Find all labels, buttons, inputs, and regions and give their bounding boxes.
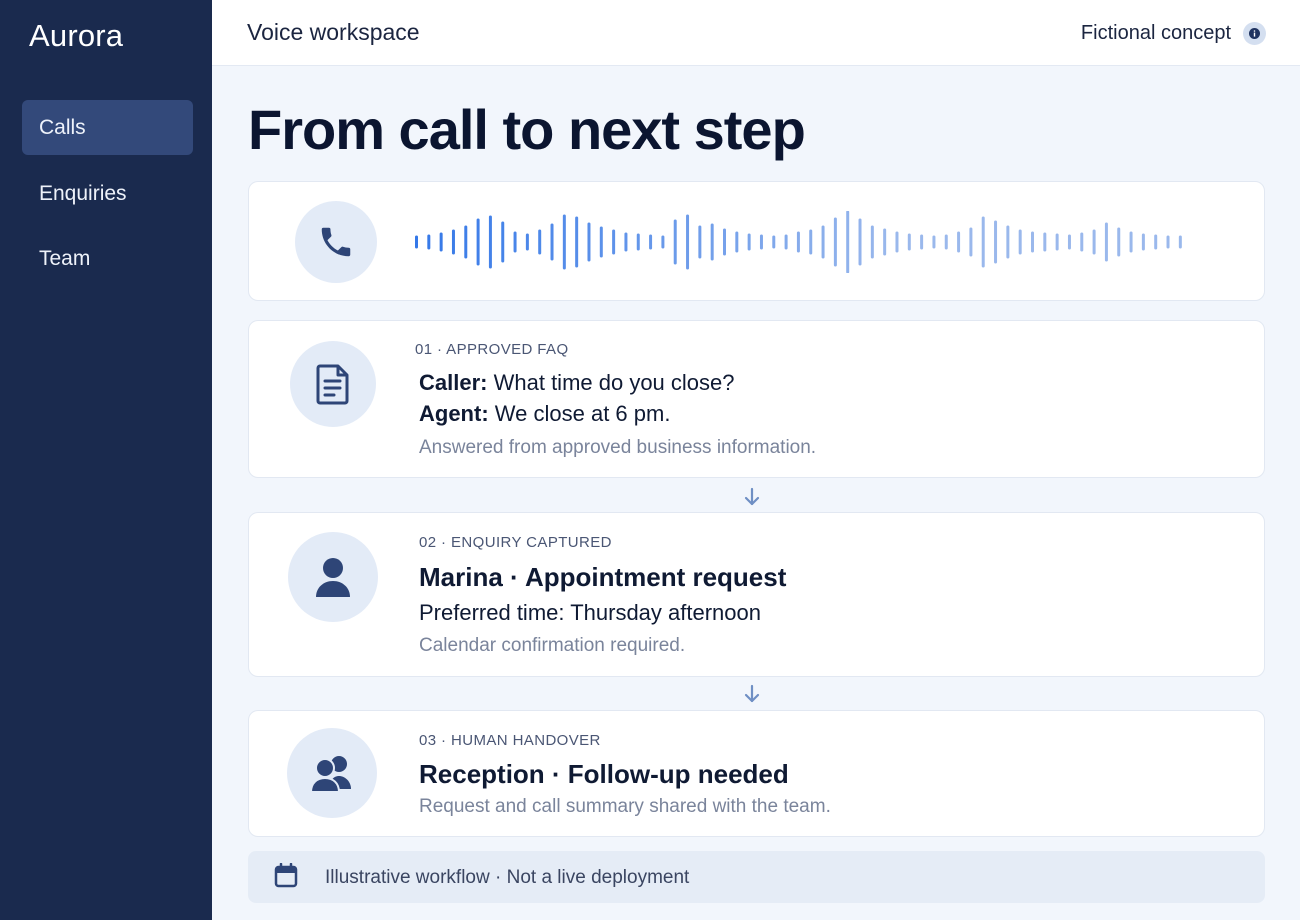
document-icon (290, 341, 376, 427)
step-label: 03 · HUMAN HANDOVER (419, 732, 601, 749)
footer-notice: Illustrative workflow · Not a live deplo… (248, 851, 1265, 903)
sidebar-item-team[interactable]: Team (22, 231, 193, 286)
caller-line: Caller: What time do you close? (419, 370, 735, 396)
sidebar-item-calls[interactable]: Calls (22, 100, 193, 155)
caller-text: What time do you close? (493, 370, 735, 395)
step-card-human-handover: 03 · HUMAN HANDOVER Reception · Follow-u… (248, 710, 1265, 837)
info-icon[interactable] (1243, 22, 1266, 45)
audio-waveform (415, 211, 1182, 273)
step-card-enquiry-captured: 02 · ENQUIRY CAPTURED Marina · Appointme… (248, 512, 1265, 677)
sidebar: Aurora Calls Enquiries Team (0, 0, 212, 920)
arrow-down-icon (744, 684, 760, 703)
caller-prefix: Caller: (419, 370, 488, 395)
workspace-title: Voice workspace (247, 19, 420, 45)
agent-text: We close at 6 pm. (494, 401, 671, 426)
people-icon (287, 728, 377, 818)
handover-title: Reception · Follow-up needed (419, 759, 789, 789)
enquiry-title: Marina · Appointment request (419, 562, 787, 592)
footer-text: Illustrative workflow · Not a live deplo… (325, 867, 690, 888)
page-title: From call to next step (248, 98, 806, 161)
brand-logo: Aurora (29, 18, 124, 53)
step-note: Calendar confirmation required. (419, 635, 686, 656)
concept-label: Fictional concept (1080, 22, 1231, 44)
step-card-approved-faq: 01 · APPROVED FAQ Caller: What time do y… (248, 320, 1265, 478)
top-bar: Voice workspace Fictional concept (212, 0, 1300, 66)
step-note: Request and call summary shared with the… (419, 796, 831, 817)
person-icon (288, 532, 378, 622)
sidebar-item-enquiries[interactable]: Enquiries (22, 166, 193, 221)
enquiry-detail: Preferred time: Thursday afternoon (419, 600, 761, 625)
arrow-down-icon (744, 487, 760, 506)
agent-prefix: Agent: (419, 401, 489, 426)
agent-line: Agent: We close at 6 pm. (419, 401, 670, 427)
phone-icon (295, 201, 377, 283)
step-label: 01 · APPROVED FAQ (415, 341, 569, 358)
step-note: Answered from approved business informat… (419, 437, 817, 458)
step-label: 02 · ENQUIRY CAPTURED (419, 534, 612, 551)
calendar-icon (274, 863, 298, 888)
call-waveform-card (248, 181, 1265, 301)
